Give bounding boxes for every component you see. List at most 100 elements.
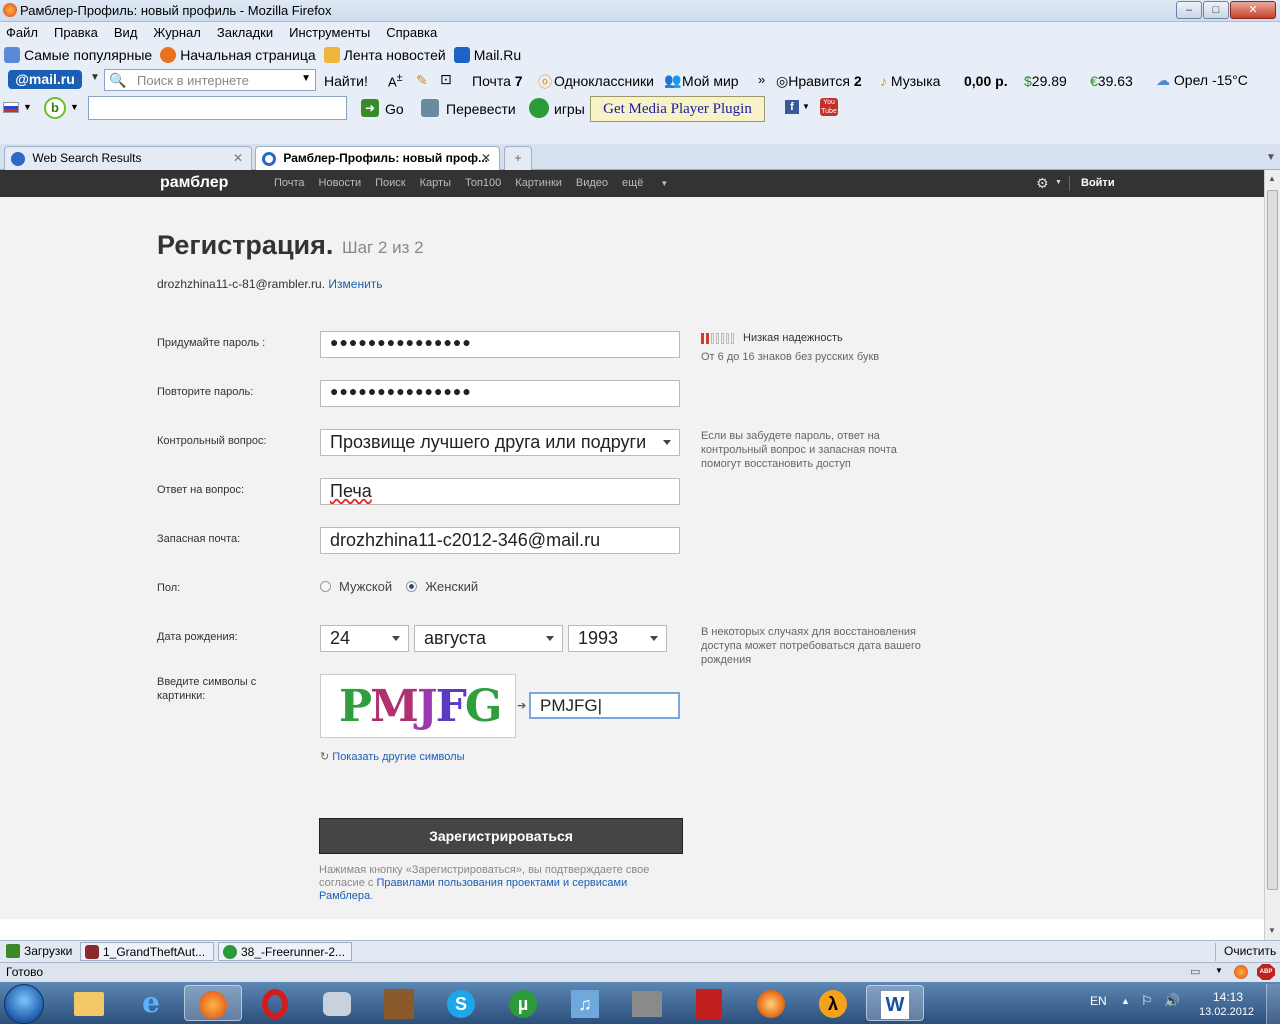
firefox-taskbar-icon[interactable] [184,985,242,1021]
eur-rate[interactable]: €39.63 [1090,73,1133,89]
mailru-logo[interactable]: @mail.ru [8,70,82,89]
swirl-taskbar-icon[interactable] [742,985,800,1021]
toolbar-search-input[interactable] [88,96,347,120]
games-button[interactable]: игры [554,101,585,117]
start-button[interactable] [4,984,44,1024]
word-taskbar-icon[interactable]: W [866,985,924,1021]
dropdown-arrow-icon[interactable]: ▼ [1215,966,1223,975]
nav-top100[interactable]: Топ100 [465,177,501,189]
answer-input[interactable]: Печа [320,478,680,505]
nav-more[interactable]: ещё ▼ [622,177,682,189]
gear-icon[interactable]: ⚙ [1036,175,1049,192]
usd-rate[interactable]: $29.89 [1024,73,1067,89]
bing-toolbar-icon[interactable]: b [44,97,66,119]
register-button[interactable]: Зарегистрироваться [319,818,683,854]
birth-year-select[interactable]: 1993 [568,625,667,652]
vertical-scrollbar[interactable]: ▲ ▼ [1264,170,1280,940]
highlight-icon[interactable]: ✎ [416,72,428,89]
nav-mail[interactable]: Почта [274,177,305,189]
dropdown-arrow-icon[interactable]: ▼ [90,72,100,83]
change-email-link[interactable]: Изменить [328,277,382,291]
music-taskbar-icon[interactable]: ♫ [556,985,614,1021]
display-icon[interactable]: ▭ [1190,965,1200,978]
scroll-down-icon[interactable]: ▼ [1268,926,1276,935]
volume-icon[interactable]: 🔊 [1164,993,1180,1009]
weather-widget[interactable]: ☁ Орел -15°С [1156,72,1248,89]
captcha-input[interactable]: PMJFG| [529,692,680,719]
dropdown-arrow-icon[interactable]: ▼ [70,102,79,112]
ie-taskbar-icon[interactable]: e [122,985,180,1021]
close-button[interactable]: ✕ [1230,1,1276,19]
adblock-icon[interactable]: ABP [1257,964,1275,980]
find-button[interactable]: Найти! [324,73,368,89]
explorer-taskbar-icon[interactable] [60,985,118,1021]
tray-expand-icon[interactable]: ▲ [1121,996,1130,1006]
bookmark-popular[interactable]: Самые популярные [24,47,152,63]
birth-day-select[interactable]: 24 [320,625,409,652]
nav-news[interactable]: Новости [319,177,362,189]
gender-male-radio[interactable] [320,581,331,592]
scrollbar-thumb[interactable] [1267,190,1278,890]
go-button[interactable]: Go [385,101,404,117]
likes-link[interactable]: ◎Нравится 2 [776,73,862,90]
clock-time[interactable]: 14:13 [1213,990,1243,1004]
network-icon[interactable]: ⚐ [1141,993,1153,1009]
firefox-icon[interactable] [1234,965,1248,979]
opera-taskbar-icon[interactable] [246,985,304,1021]
birth-month-select[interactable]: августа [414,625,563,652]
close-tab-icon[interactable]: ✕ [481,151,491,165]
movie-maker-taskbar-icon[interactable] [618,985,676,1021]
minimize-button[interactable]: – [1176,1,1202,19]
repeat-password-input[interactable]: ●●●●●●●●●●●●●●● [320,380,680,407]
menu-bookmarks[interactable]: Закладки [217,25,273,40]
menu-edit[interactable]: Правка [54,25,98,40]
nav-search[interactable]: Поиск [375,177,405,189]
tab-web-search-results[interactable]: Web Search Results ✕ [4,146,252,170]
new-tab-button[interactable]: + [504,146,532,170]
backup-email-input[interactable]: drozhzhina11-c2012-346@mail.ru [320,527,680,554]
balance-value[interactable]: 0,00 р. [964,73,1008,89]
mailru-search-input[interactable]: 🔍 Поиск в интернете ▼ [104,69,316,91]
zoom-icon[interactable]: ⊡ [440,71,452,88]
tab-list-icon[interactable]: ▼ [1266,152,1276,163]
menu-file[interactable]: Файл [6,25,38,40]
app-red-taskbar-icon[interactable] [680,985,738,1021]
password-input[interactable]: ●●●●●●●●●●●●●●● [320,331,680,358]
facebook-icon[interactable]: f [785,100,799,114]
nav-maps[interactable]: Карты [420,177,451,189]
app-taskbar-icon[interactable] [308,985,366,1021]
gender-male-label[interactable]: Мужской [339,579,392,594]
downloads-label[interactable]: Загрузки [24,944,72,958]
more-chevron-icon[interactable]: » [758,72,765,87]
skype-taskbar-icon[interactable]: S [432,985,490,1021]
mail-link[interactable]: Почта 7 [472,73,523,89]
moimir-link[interactable]: Мой мир [682,73,739,89]
music-link[interactable]: ♪ Музыка [880,73,940,89]
bookmark-news-feed[interactable]: Лента новостей [344,47,446,63]
go-arrow-icon[interactable]: ➜ [361,99,379,117]
rambler-logo[interactable]: рамблер [160,174,228,192]
refresh-captcha-link[interactable]: ↻ Показать другие символы [320,750,464,763]
half-life-taskbar-icon[interactable]: λ [804,985,862,1021]
menu-view[interactable]: Вид [114,25,138,40]
close-tab-icon[interactable]: ✕ [233,151,243,165]
nav-images[interactable]: Картинки [515,177,562,189]
bookmark-mailru[interactable]: Mail.Ru [474,47,521,63]
clock-date[interactable]: 13.02.2012 [1199,1006,1254,1018]
dropdown-arrow-icon[interactable]: ▼ [23,102,32,112]
gender-female-label[interactable]: Женский [425,579,478,594]
security-question-select[interactable]: Прозвище лучшего друга или подруги [320,429,680,456]
menu-help[interactable]: Справка [386,25,437,40]
nav-video[interactable]: Видео [576,177,608,189]
download-item[interactable]: 1_GrandTheftAut... [80,942,214,961]
maximize-button[interactable]: □ [1203,1,1229,19]
login-link[interactable]: Войти [1081,177,1115,189]
translate-button[interactable]: Перевести [446,101,516,117]
font-size-icon[interactable]: A± [388,72,403,89]
clear-downloads-button[interactable]: Очистить [1224,944,1276,958]
utorrent-taskbar-icon[interactable]: µ [494,985,552,1021]
odnoklassniki-link[interactable]: Одноклассники [554,73,654,89]
bookmark-start-page[interactable]: Начальная страница [180,47,315,63]
youtube-icon[interactable]: You Tube [820,98,838,116]
game-taskbar-icon[interactable] [370,985,428,1021]
